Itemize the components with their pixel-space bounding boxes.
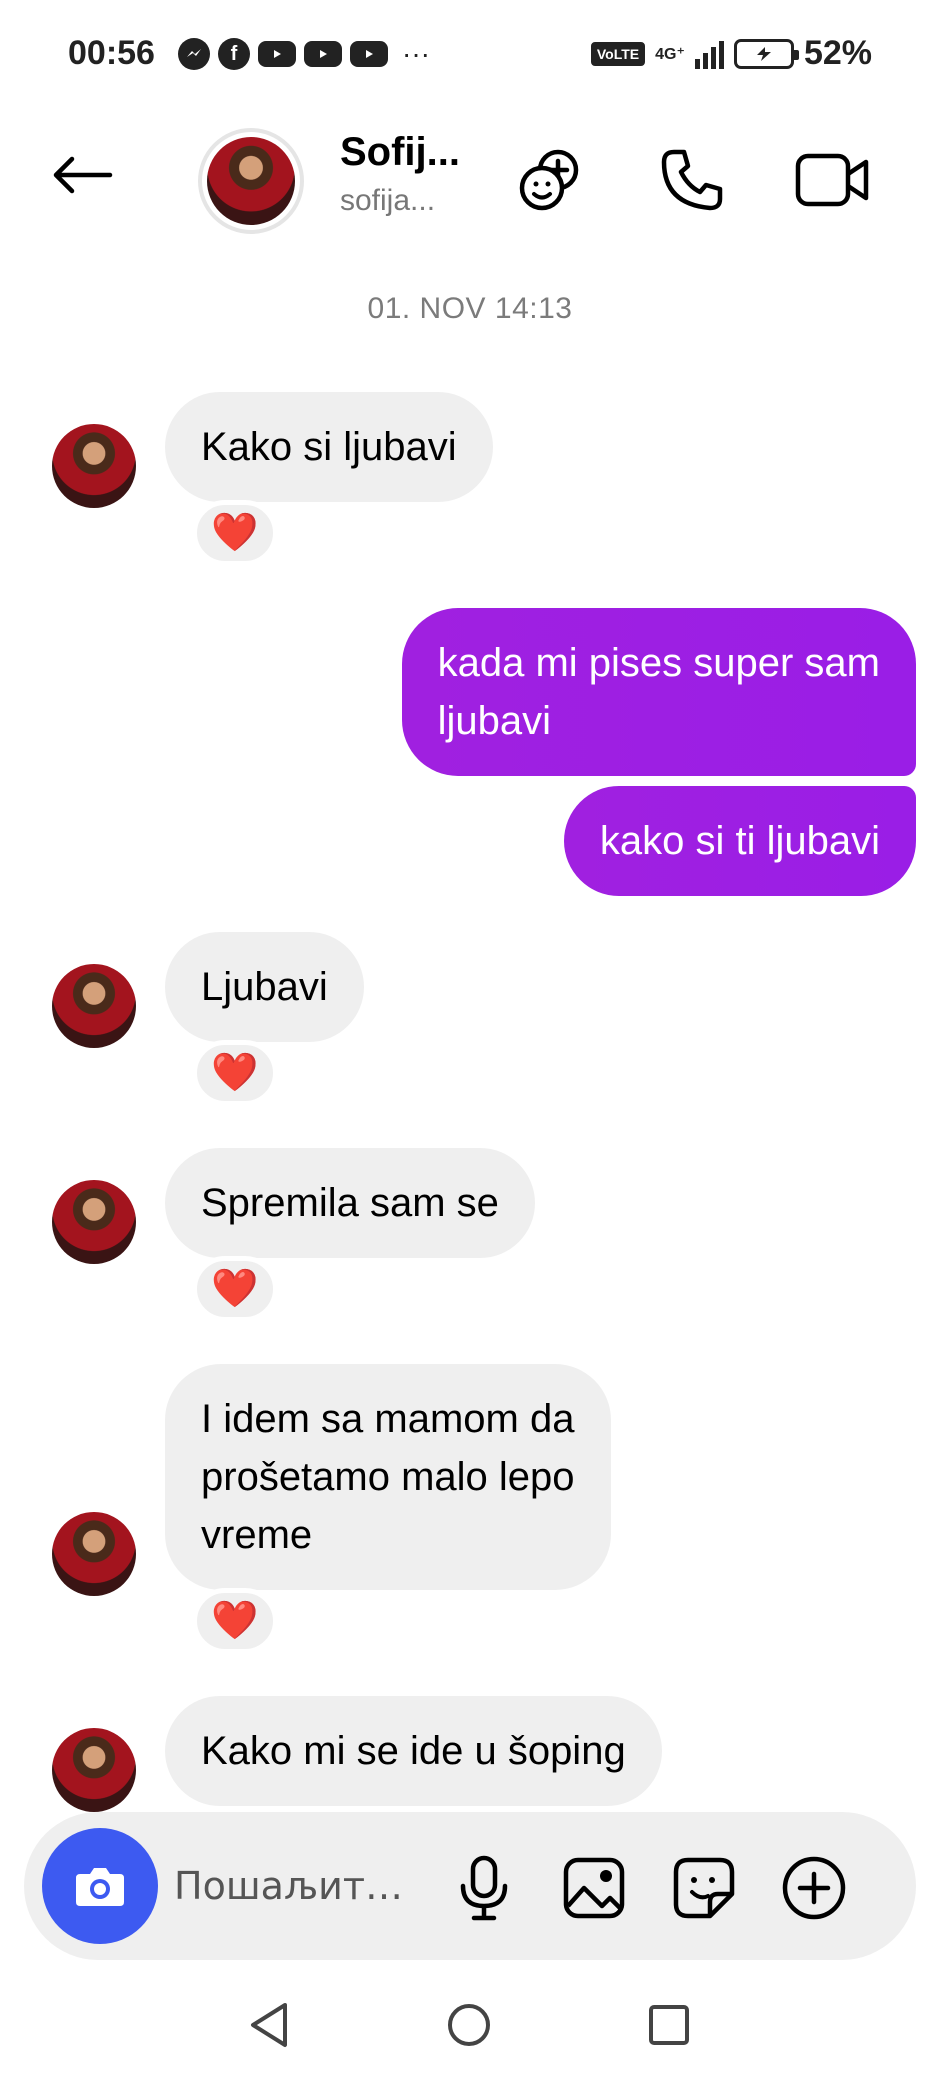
- facebook-icon: f: [218, 38, 250, 70]
- chat-timestamp: 01. NOV 14:13: [367, 292, 573, 325]
- nav-back-button[interactable]: [234, 1990, 304, 2060]
- heart-reaction-icon: ❤️: [211, 512, 259, 554]
- incoming-message[interactable]: I idem sa mamom da prošetamo malo lepo v…: [165, 1364, 611, 1590]
- incoming-message[interactable]: Spremila sam se: [165, 1148, 535, 1258]
- nav-home-button[interactable]: [434, 1990, 504, 2060]
- outgoing-message[interactable]: kako si ti ljubavi: [563, 786, 916, 896]
- incoming-message[interactable]: Kako mi se ide u šoping: [165, 1696, 662, 1806]
- message-text: Kako mi se ide u šoping: [201, 1729, 626, 1773]
- outgoing-message[interactable]: kada mi pises super sam ljubavi: [401, 608, 916, 776]
- add-to-group-icon: [519, 149, 579, 211]
- youtube-icon: [304, 41, 342, 67]
- reaction-badge[interactable]: ❤️: [192, 1588, 278, 1654]
- heart-reaction-icon: ❤️: [211, 1052, 259, 1094]
- message-text: kako si ti ljubavi: [599, 819, 880, 863]
- reaction-badge[interactable]: ❤️: [192, 500, 278, 566]
- youtube-icon: [350, 41, 388, 67]
- microphone-icon: [460, 1855, 508, 1921]
- status-notification-icons: f ···: [178, 38, 430, 70]
- reaction-badge[interactable]: ❤️: [192, 1256, 278, 1322]
- heart-reaction-icon: ❤️: [211, 1268, 259, 1310]
- message-input[interactable]: [174, 1854, 434, 1918]
- gallery-button[interactable]: [554, 1848, 634, 1928]
- contact-avatar[interactable]: [198, 128, 304, 234]
- status-time: 00:56: [68, 34, 155, 72]
- message-text: I idem sa mamom da: [201, 1397, 575, 1441]
- phone-icon: [661, 149, 723, 211]
- sender-avatar[interactable]: [52, 1728, 136, 1812]
- messenger-icon: [178, 38, 210, 70]
- message-text: Spremila sam se: [201, 1181, 499, 1225]
- voice-message-button[interactable]: [444, 1848, 524, 1928]
- sender-avatar[interactable]: [52, 964, 136, 1048]
- back-arrow-icon: [53, 156, 113, 194]
- circle-home-icon: [448, 2004, 490, 2046]
- video-camera-icon: [795, 153, 869, 207]
- incoming-message[interactable]: Ljubavi: [165, 932, 364, 1042]
- contact-name[interactable]: Sofij...: [340, 130, 460, 175]
- more-options-button[interactable]: [774, 1848, 854, 1928]
- message-text: Kako si ljubavi: [201, 425, 457, 469]
- battery-percentage: 52%: [803, 34, 872, 72]
- back-button[interactable]: [42, 140, 122, 210]
- nav-recents-button[interactable]: [634, 1990, 704, 2060]
- contact-username[interactable]: sofija...: [340, 184, 435, 218]
- sender-avatar[interactable]: [52, 1180, 136, 1264]
- message-text: kada mi pises super sam: [437, 641, 880, 685]
- sticker-icon: [673, 1857, 735, 1919]
- message-text: prošetamo malo lepo: [201, 1455, 575, 1499]
- message-text: Ljubavi: [201, 965, 328, 1009]
- voice-call-button[interactable]: [650, 138, 734, 222]
- youtube-icon: [258, 41, 296, 67]
- heart-reaction-icon: ❤️: [211, 1600, 259, 1642]
- system-navigation-bar: [0, 1980, 940, 2078]
- signal-strength-icon: [694, 39, 724, 69]
- message-text: vreme: [201, 1513, 313, 1557]
- reaction-badge[interactable]: ❤️: [192, 1040, 278, 1106]
- image-gallery-icon: [563, 1857, 625, 1919]
- volte-badge: VoLTE: [590, 41, 646, 66]
- incoming-message[interactable]: Kako si ljubavi: [165, 392, 493, 502]
- sender-avatar[interactable]: [52, 1512, 136, 1596]
- sender-avatar[interactable]: [52, 424, 136, 508]
- plus-circle-icon: [782, 1856, 846, 1920]
- battery-icon: [733, 38, 799, 69]
- square-recents-icon: [649, 2005, 689, 2045]
- sticker-button[interactable]: [664, 1848, 744, 1928]
- message-composer: [24, 1812, 916, 1960]
- status-indicators: VoLTE 4G⁺ 52%: [590, 34, 872, 73]
- add-to-group-button[interactable]: [510, 138, 594, 222]
- message-text: ljubavi: [437, 699, 551, 743]
- triangle-back-icon: [251, 2003, 287, 2047]
- video-call-button[interactable]: [790, 138, 874, 222]
- status-bar: 00:56 f ··· VoLTE 4G⁺ 52%: [0, 0, 940, 110]
- camera-button[interactable]: [42, 1828, 158, 1944]
- network-type: 4G⁺: [655, 45, 685, 63]
- camera-icon: [76, 1868, 124, 1906]
- chat-header: Sofij... sofija...: [0, 110, 940, 240]
- more-notifications-icon: ···: [402, 38, 430, 69]
